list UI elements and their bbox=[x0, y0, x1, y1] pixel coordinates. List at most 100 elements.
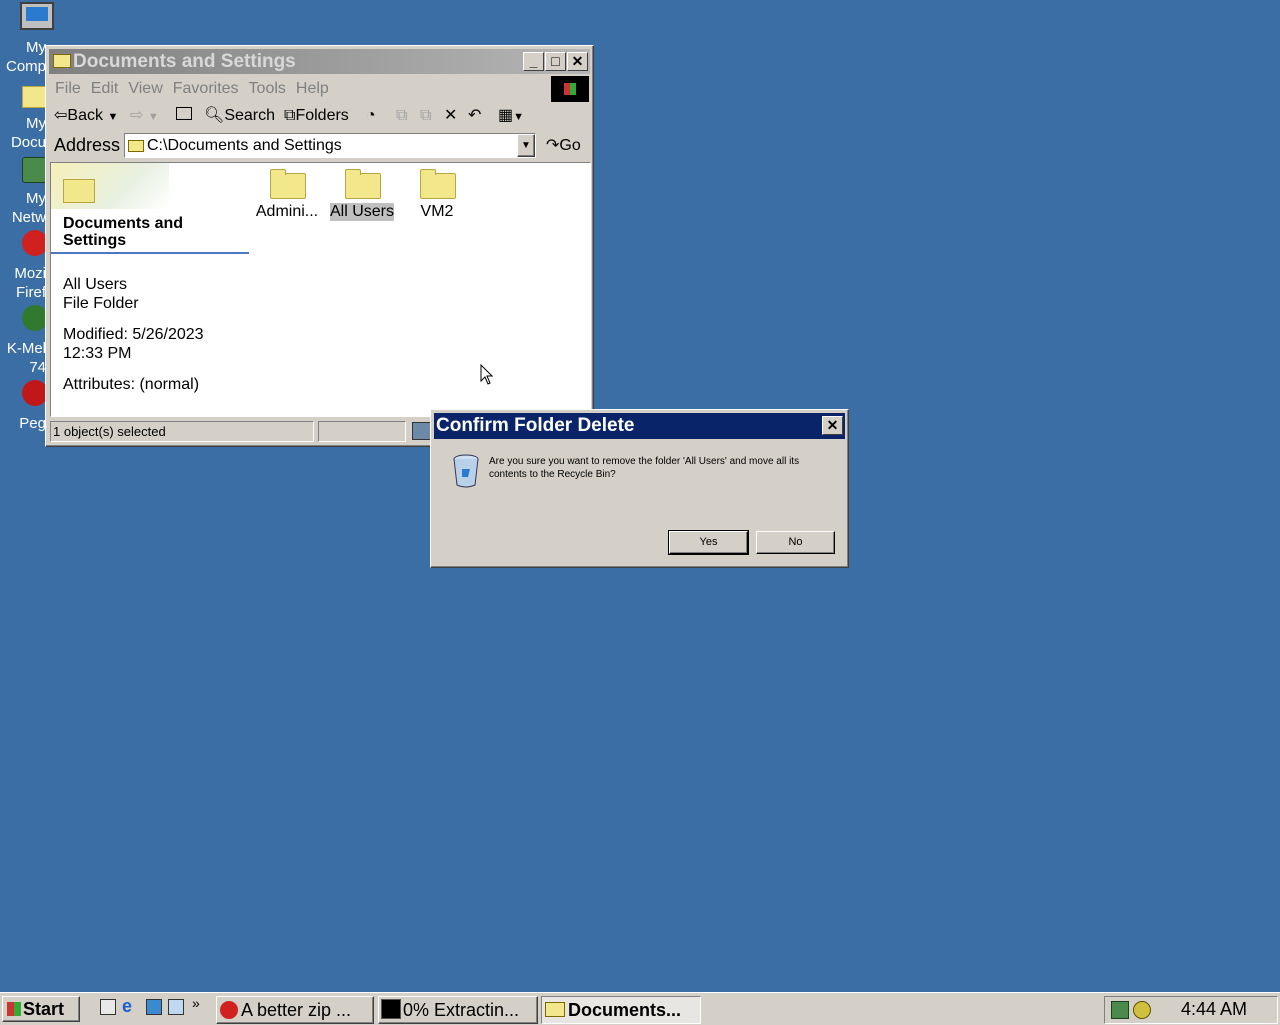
network-tray-icon[interactable] bbox=[1111, 1001, 1129, 1019]
go-button[interactable]: ↷Go bbox=[546, 135, 581, 155]
task-firefox[interactable]: A better zip ... bbox=[216, 996, 374, 1024]
menu-help[interactable]: Help bbox=[296, 76, 329, 102]
chevron-down-icon: ▼ bbox=[513, 111, 525, 123]
address-bar: Address C:\Documents and Settings ▼ ↷Go bbox=[50, 131, 589, 159]
menu-bar: File Edit View Favorites Tools Help bbox=[50, 76, 589, 102]
taskbar: Start e » A better zip ... 0% Extractin.… bbox=[0, 992, 1280, 1025]
close-button[interactable]: ✕ bbox=[567, 52, 588, 71]
folder-item-label: VM2 bbox=[420, 203, 454, 220]
menu-favorites[interactable]: Favorites bbox=[173, 76, 239, 102]
my-computer-zone-icon bbox=[412, 422, 432, 440]
show-desktop-icon[interactable] bbox=[100, 999, 116, 1015]
folder-icon bbox=[345, 169, 381, 199]
yes-button[interactable]: Yes bbox=[668, 530, 749, 555]
forward-button[interactable]: ⇨ ▼ bbox=[130, 105, 159, 127]
selected-item-name: All Users bbox=[63, 276, 128, 293]
chevron-down-icon: ▼ bbox=[107, 111, 119, 123]
folder-item-administrator[interactable]: Admini... bbox=[251, 167, 323, 221]
search-icon[interactable] bbox=[168, 999, 184, 1015]
desktop-icon-peg[interactable]: Peg bbox=[0, 378, 48, 434]
no-button[interactable]: No bbox=[756, 531, 835, 554]
move-to-button[interactable]: ⧉ bbox=[396, 105, 407, 127]
menu-tools[interactable]: Tools bbox=[249, 76, 286, 102]
desktop-icon-my-computer[interactable]: My Comp bbox=[0, 0, 54, 78]
desktop-icon-firefox[interactable]: Mozi Firef bbox=[0, 228, 48, 302]
up-folder-icon bbox=[176, 107, 192, 120]
maximize-button[interactable]: □ bbox=[545, 52, 566, 71]
copy-to-button[interactable]: ⧉ bbox=[420, 105, 431, 127]
copy-to-icon: ⧉ bbox=[420, 107, 432, 124]
dialog-titlebar[interactable]: Confirm Folder Delete ✕ bbox=[434, 413, 845, 439]
standard-toolbar: ⇦Back ▼ ⇨ ▼ 🔍︎Search ⧉Folders ◔ ⧉ ⧉ ✕ ↶ … bbox=[50, 103, 589, 130]
minimize-button[interactable]: _ bbox=[523, 52, 544, 71]
desktop-icon-label: My Docu bbox=[10, 115, 46, 151]
menu-file[interactable]: File bbox=[55, 76, 81, 102]
internet-explorer-icon[interactable]: e bbox=[122, 996, 132, 1017]
folders-button[interactable]: ⧉Folders bbox=[284, 105, 349, 127]
move-to-icon: ⧉ bbox=[396, 107, 408, 124]
up-folder-button[interactable] bbox=[176, 105, 192, 127]
forward-arrow-icon: ⇨ bbox=[130, 107, 144, 124]
windows-logo-icon bbox=[7, 1002, 21, 1016]
undo-button[interactable]: ↶ bbox=[468, 105, 481, 127]
start-button[interactable]: Start bbox=[2, 996, 80, 1022]
recycle-bin-icon bbox=[453, 454, 479, 488]
dialog-close-button[interactable]: ✕ bbox=[822, 416, 843, 435]
quick-launch-overflow[interactable]: » bbox=[192, 995, 200, 1011]
desktop-icon-label: My Netw bbox=[11, 190, 46, 226]
info-heading: Documents and Settings bbox=[63, 215, 184, 249]
folder-item-label: All Users bbox=[330, 203, 395, 221]
task-documents-explorer[interactable]: Documents... bbox=[541, 996, 701, 1024]
dialog-title: Confirm Folder Delete bbox=[436, 415, 635, 436]
go-arrow-icon: ↷ bbox=[546, 137, 560, 154]
desktop-icon-label: Peg bbox=[19, 415, 46, 432]
delete-button[interactable]: ✕ bbox=[444, 105, 457, 127]
info-divider bbox=[51, 252, 249, 254]
address-combo[interactable]: C:\Documents and Settings ▼ bbox=[124, 133, 536, 158]
task-7zip-extracting[interactable]: 0% Extractin... bbox=[378, 996, 538, 1024]
desktop-icon-label: My Comp bbox=[5, 39, 46, 75]
search-icon: 🔍︎ bbox=[204, 107, 225, 124]
search-button[interactable]: 🔍︎Search bbox=[204, 105, 275, 127]
explorer-titlebar[interactable]: Documents and Settings _ □ ✕ bbox=[49, 49, 590, 74]
desktop-icon-kmeleon[interactable]: K-Mel 74 bbox=[0, 303, 48, 377]
modified-time: 12:33 PM bbox=[63, 345, 132, 362]
address-input[interactable]: C:\Documents and Settings bbox=[147, 137, 342, 155]
address-dropdown-button[interactable]: ▼ bbox=[517, 134, 535, 157]
clock: 4:44 AM bbox=[1181, 999, 1248, 1019]
menu-edit[interactable]: Edit bbox=[91, 76, 119, 102]
views-button[interactable]: ▦▼ bbox=[498, 105, 524, 127]
dialog-message: Are you sure you want to remove the fold… bbox=[489, 456, 800, 480]
outlook-express-icon[interactable] bbox=[146, 999, 162, 1015]
folder-view[interactable]: Documents and Settings All Users File Fo… bbox=[50, 162, 591, 417]
windows-logo-icon bbox=[551, 76, 589, 102]
delete-x-icon: ✕ bbox=[444, 107, 458, 124]
7zip-icon bbox=[381, 999, 401, 1019]
explorer-window: Documents and Settings _ □ ✕ File Edit Vie… bbox=[45, 45, 594, 447]
mouse-cursor-icon bbox=[480, 364, 494, 385]
key-tray-icon[interactable] bbox=[1133, 1001, 1151, 1019]
desktop-icon-my-network[interactable]: My Netw bbox=[0, 155, 48, 227]
status-text-pane: 1 object(s) selected bbox=[50, 421, 314, 442]
desktop-icon-label: K-Mel 74 bbox=[6, 340, 46, 376]
folder-icon bbox=[545, 1002, 565, 1017]
folder-icon bbox=[53, 54, 71, 68]
selected-item-type: File Folder bbox=[63, 295, 139, 312]
back-arrow-icon: ⇦ bbox=[54, 107, 68, 124]
history-button[interactable]: ◔ bbox=[366, 105, 376, 127]
system-tray: 4:44 AM bbox=[1104, 996, 1278, 1024]
folder-item-label: Admini... bbox=[255, 203, 319, 220]
desktop-icon-label: Mozi Firef bbox=[14, 265, 46, 301]
back-button[interactable]: ⇦Back ▼ bbox=[54, 105, 118, 127]
desktop-icon-my-documents[interactable]: My Docu bbox=[0, 80, 50, 152]
computer-icon bbox=[20, 2, 54, 30]
folder-icon bbox=[128, 140, 144, 152]
folder-icon bbox=[420, 169, 456, 199]
folders-icon: ⧉ bbox=[284, 107, 296, 124]
attributes: Attributes: (normal) bbox=[63, 376, 200, 393]
folder-item-vm2[interactable]: VM2 bbox=[401, 167, 473, 221]
address-label: Address bbox=[54, 135, 121, 155]
folder-item-all-users[interactable]: All Users bbox=[326, 167, 398, 221]
status-size-pane bbox=[318, 421, 406, 442]
menu-view[interactable]: View bbox=[128, 76, 162, 102]
